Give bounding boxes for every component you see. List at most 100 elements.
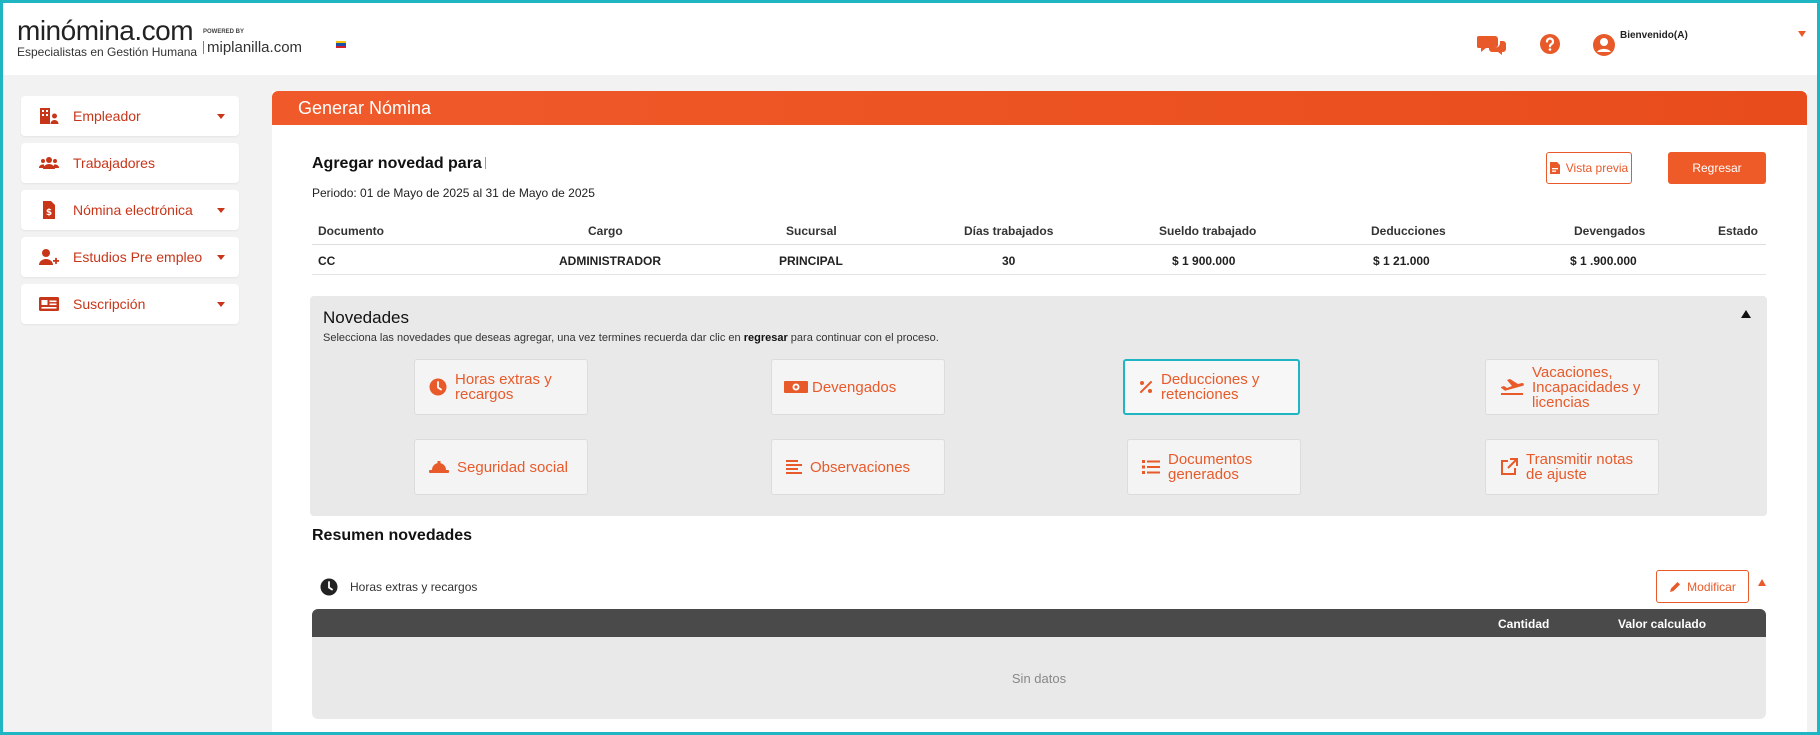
sidebar-item-estudios-pre-empleo[interactable]: Estudios Pre empleo bbox=[21, 237, 239, 277]
modify-button[interactable]: Modificar bbox=[1656, 570, 1749, 603]
chevron-down-icon bbox=[217, 114, 225, 119]
users-icon bbox=[39, 157, 59, 169]
app-frame: minómina.com Especialistas en Gestión Hu… bbox=[0, 0, 1820, 735]
tile-devengados[interactable]: Devengados bbox=[771, 359, 945, 415]
chat-icon[interactable] bbox=[1477, 33, 1507, 57]
resumen-table: Cantidad Valor calculado Sin datos bbox=[312, 609, 1766, 719]
hard-hat-icon bbox=[429, 461, 449, 473]
tile-label: Vacaciones, Incapacidades y licencias bbox=[1532, 363, 1641, 411]
flag-icon[interactable] bbox=[336, 41, 346, 48]
col-valor-calculado: Valor calculado bbox=[1618, 617, 1707, 631]
sidebar-item-label: Trabajadores bbox=[73, 155, 155, 171]
sidebar-item-label: Nómina electrónica bbox=[73, 202, 193, 218]
description-text-end: para continuar con el proceso. bbox=[787, 332, 939, 344]
payroll-file-icon: $ bbox=[43, 201, 55, 219]
logo-main-text: minómina.com bbox=[17, 15, 194, 46]
user-plus-icon bbox=[39, 249, 59, 265]
preview-button-label: Vista previa bbox=[1565, 161, 1629, 175]
description-bold-text: regresar bbox=[743, 332, 788, 344]
preview-button[interactable]: Vista previa bbox=[1546, 152, 1632, 184]
list-icon bbox=[1142, 460, 1160, 474]
col-deducciones: Deducciones bbox=[1371, 224, 1446, 238]
novedades-title: Novedades bbox=[323, 308, 410, 327]
col-cargo: Cargo bbox=[588, 224, 623, 238]
modify-button-label: Modificar bbox=[1687, 579, 1736, 594]
pencil-icon bbox=[1670, 581, 1681, 592]
back-button[interactable]: Regresar bbox=[1668, 152, 1766, 184]
employee-table: Documento Cargo Sucursal Días trabajados… bbox=[312, 215, 1766, 275]
chevron-down-icon bbox=[217, 208, 225, 213]
tile-label: Documentos generados bbox=[1168, 451, 1253, 483]
period-text: Periodo: 01 de Mayo de 2025 al 31 de May… bbox=[312, 186, 595, 200]
sidebar-item-label: Suscripción bbox=[73, 296, 146, 312]
tile-horas-extras[interactable]: Horas extras y recargos bbox=[414, 359, 588, 415]
clock-icon bbox=[320, 578, 338, 596]
novedades-description: Selecciona las novedades que deseas agre… bbox=[323, 332, 939, 344]
tile-seguridad-social[interactable]: Seguridad social bbox=[414, 439, 588, 495]
top-bar: minómina.com Especialistas en Gestión Hu… bbox=[3, 3, 1817, 75]
cell-sueldo-trabajado: $ 1 900.000 bbox=[1172, 254, 1236, 268]
tile-transmitir-notas[interactable]: Transmitir notas de ajuste bbox=[1485, 439, 1659, 495]
tile-vacaciones[interactable]: Vacaciones, Incapacidades y licencias bbox=[1485, 359, 1659, 415]
percent-icon bbox=[1140, 381, 1152, 393]
tile-label: Horas extras y recargos bbox=[455, 371, 552, 403]
sidebar-item-trabajadores[interactable]: Trabajadores bbox=[21, 143, 239, 183]
partner-text: miplanilla.com bbox=[207, 39, 303, 56]
cell-deducciones: $ 1 21.000 bbox=[1373, 254, 1430, 268]
page-title: Generar Nómina bbox=[272, 91, 1807, 125]
building-user-icon bbox=[40, 108, 59, 124]
chevron-down-icon bbox=[217, 302, 225, 307]
partner-logo: miplanilla.com bbox=[203, 39, 302, 56]
powered-by-label: POWERED BY bbox=[203, 29, 245, 35]
tile-observaciones[interactable]: Observaciones bbox=[771, 439, 945, 495]
resumen-title: Resumen novedades bbox=[312, 527, 473, 544]
col-sucursal: Sucursal bbox=[786, 224, 837, 238]
col-dias-trabajados: Días trabajados bbox=[964, 224, 1054, 238]
sidebar-item-nomina-electronica[interactable]: $ Nómina electrónica bbox=[21, 190, 239, 230]
cell-devengados: $ 1 .900.000 bbox=[1570, 254, 1637, 268]
sidebar: Empleador Trabajadores $ Nómina electrón… bbox=[21, 96, 239, 331]
cell-sucursal: PRINCIPAL bbox=[779, 254, 843, 268]
collapse-arrow-up-icon[interactable] bbox=[1741, 310, 1751, 318]
resumen-subsection: Horas extras y recargos bbox=[320, 578, 477, 596]
table-header: Documento Cargo Sucursal Días trabajados… bbox=[312, 215, 1766, 245]
col-devengados: Devengados bbox=[1574, 224, 1646, 238]
clock-icon bbox=[429, 378, 447, 396]
pdf-file-icon bbox=[1549, 162, 1560, 174]
tile-label: Seguridad social bbox=[457, 458, 568, 476]
logo-subtitle: Especialistas en Gestión Humana bbox=[17, 45, 198, 59]
col-sueldo-trabajado: Sueldo trabajado bbox=[1159, 224, 1257, 238]
tile-label: Deducciones y retenciones bbox=[1161, 371, 1260, 403]
table-row[interactable]: CC ADMINISTRADOR PRINCIPAL 30 $ 1 900.00… bbox=[312, 245, 1766, 275]
align-left-icon bbox=[786, 460, 802, 474]
external-link-icon bbox=[1501, 458, 1518, 475]
cell-cargo: ADMINISTRADOR bbox=[559, 254, 661, 268]
section-title-text: Agregar novedad para bbox=[312, 155, 482, 172]
col-documento: Documento bbox=[318, 224, 384, 238]
help-icon[interactable] bbox=[1539, 33, 1561, 55]
tile-documentos-generados[interactable]: Documentos generados bbox=[1127, 439, 1301, 495]
plane-icon bbox=[1501, 379, 1524, 395]
section-title: Agregar novedad para bbox=[312, 155, 486, 173]
table-header: Cantidad Valor calculado bbox=[312, 609, 1766, 637]
collapse-arrow-up-icon[interactable] bbox=[1758, 579, 1766, 586]
logo[interactable]: minómina.com Especialistas en Gestión Hu… bbox=[17, 15, 198, 60]
sidebar-item-empleador[interactable]: Empleador bbox=[21, 96, 239, 136]
chevron-down-icon bbox=[217, 255, 225, 260]
resumen-subtitle: Horas extras y recargos bbox=[350, 580, 478, 594]
tile-label: Transmitir notas de ajuste bbox=[1526, 451, 1633, 483]
sidebar-item-suscripcion[interactable]: Suscripción bbox=[21, 284, 239, 324]
tile-label: Observaciones bbox=[810, 458, 911, 476]
welcome-text: Bienvenido(A) bbox=[1620, 30, 1688, 41]
svg-text:$: $ bbox=[46, 208, 52, 218]
sidebar-item-label: Empleador bbox=[73, 108, 141, 124]
col-cantidad: Cantidad bbox=[1498, 617, 1550, 631]
novedades-panel: Novedades Selecciona las novedades que d… bbox=[310, 296, 1767, 516]
user-avatar-icon[interactable] bbox=[1592, 33, 1616, 57]
cell-documento: CC bbox=[318, 254, 336, 268]
tile-deducciones[interactable]: Deducciones y retenciones bbox=[1123, 359, 1300, 415]
main-panel: Generar Nómina Agregar novedad para Peri… bbox=[272, 91, 1807, 732]
empty-state-text: Sin datos bbox=[1011, 671, 1067, 686]
user-menu-chevron-down-icon[interactable] bbox=[1798, 31, 1806, 37]
money-icon bbox=[784, 381, 808, 393]
